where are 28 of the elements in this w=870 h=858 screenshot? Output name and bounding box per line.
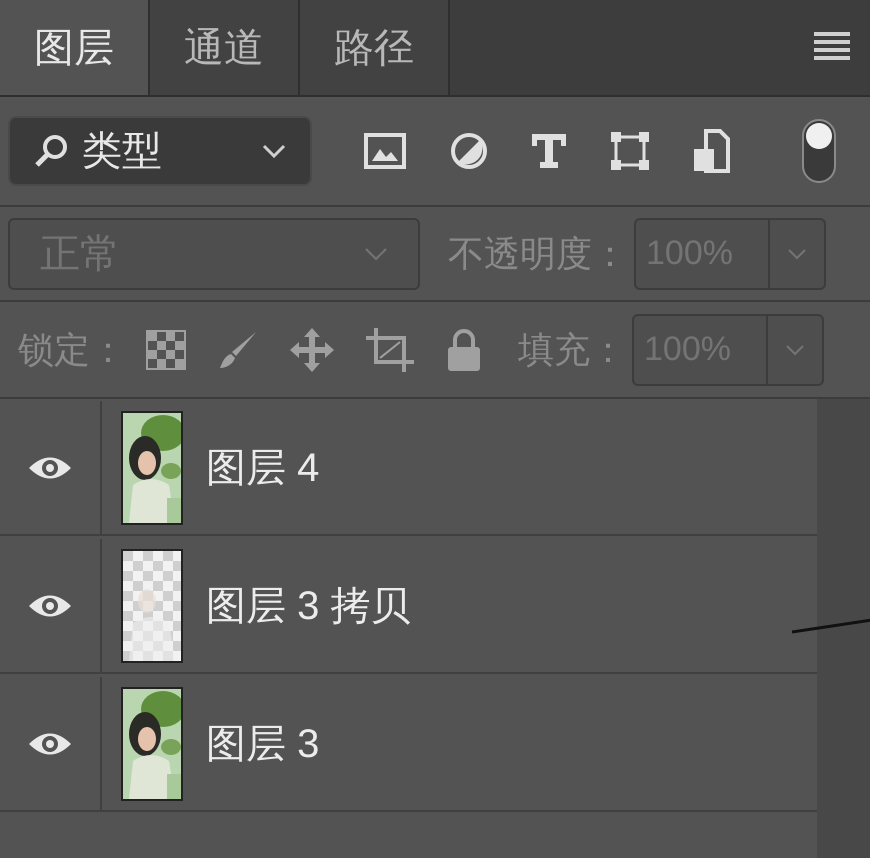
- menu-icon[interactable]: [814, 32, 850, 60]
- filter-toggle[interactable]: [802, 119, 836, 183]
- layer-name: 图层 3: [206, 720, 320, 768]
- caret-icon: [364, 246, 388, 260]
- lock-icon[interactable]: [446, 328, 482, 370]
- text-icon[interactable]: [532, 134, 566, 168]
- layer-row[interactable]: 图层 3: [0, 677, 817, 812]
- checkerboard-icon[interactable]: [146, 330, 186, 370]
- transform-icon[interactable]: [610, 131, 650, 171]
- caret-icon: [785, 344, 805, 356]
- search-icon: [34, 134, 68, 168]
- brush-icon[interactable]: [218, 330, 258, 370]
- layer-row[interactable]: 图层 4: [0, 401, 817, 536]
- image-icon[interactable]: [364, 133, 406, 169]
- panel-tab[interactable]: 图层: [0, 0, 150, 95]
- panel-tab[interactable]: 路径: [300, 0, 450, 95]
- filter-value: 类型: [82, 128, 163, 175]
- document-icon[interactable]: [694, 129, 730, 173]
- move-icon[interactable]: [290, 328, 334, 372]
- caret-icon: [787, 248, 807, 260]
- caret-icon: [262, 144, 286, 158]
- half-circle-icon[interactable]: [450, 132, 488, 170]
- filter-dropdown[interactable]: 类型: [8, 116, 312, 186]
- layer-name: 图层 4: [206, 444, 320, 492]
- panel-tab[interactable]: 通道: [150, 0, 300, 95]
- layer-row[interactable]: 图层 3 拷贝: [0, 539, 817, 674]
- crop-icon[interactable]: [366, 328, 414, 372]
- layer-name: 图层 3 拷贝: [206, 582, 410, 630]
